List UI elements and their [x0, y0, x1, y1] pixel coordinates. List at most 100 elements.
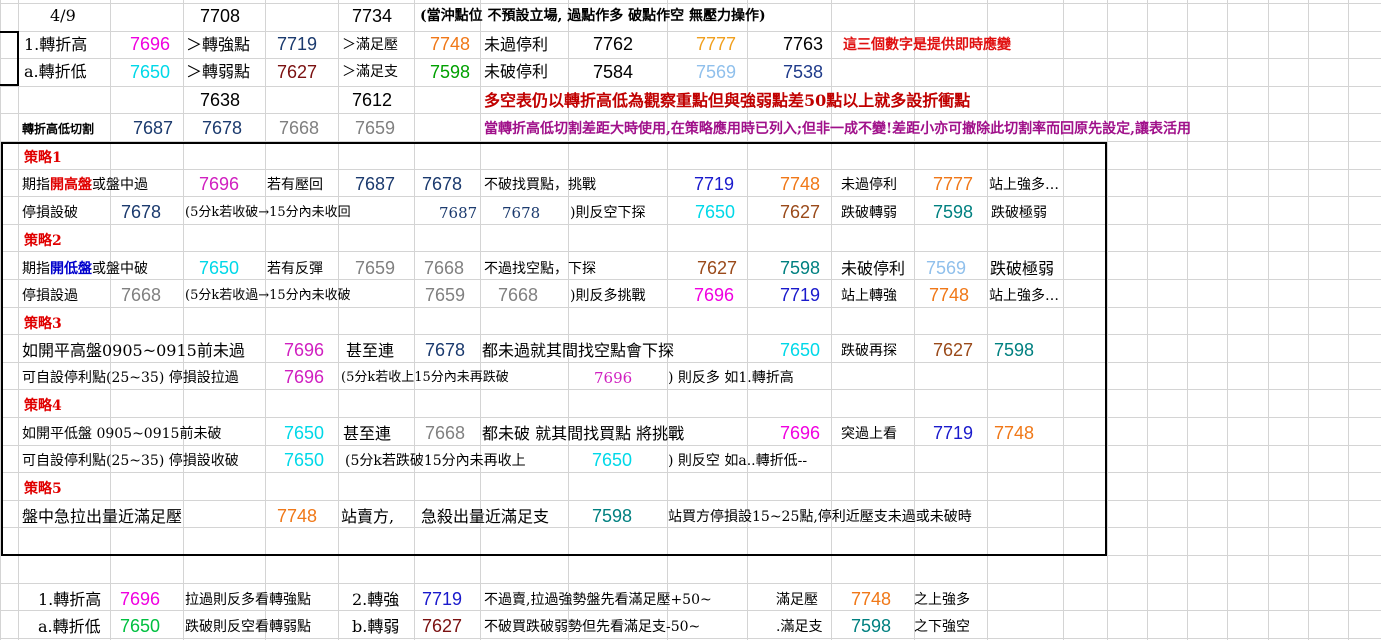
value-cell: 7659: [355, 118, 396, 138]
text-cell: ) 則反多 如1.轉折高: [668, 370, 794, 386]
value-cell: 7627: [422, 616, 463, 636]
value-cell: 7627: [780, 202, 821, 222]
text-cell: 期指開低盤或盤中破: [22, 255, 148, 283]
value-cell: 7708: [200, 6, 241, 26]
value-cell: 7719: [422, 589, 463, 609]
strategy-title: 策略4: [24, 398, 62, 414]
grid-line-vertical: [1308, 0, 1309, 640]
value-cell: 7650: [695, 202, 736, 222]
value-cell: 7748: [430, 34, 471, 54]
value-cell: 7678: [502, 204, 541, 222]
bracket-left-bottom: [0, 84, 19, 86]
text-cell: 之上強多: [914, 592, 970, 608]
text-fragment: 或盤中過: [92, 177, 148, 193]
text-cell: 都未過就其間找空點會下探: [482, 341, 675, 360]
bracket-left-vertical: [17, 31, 19, 85]
text-cell: ) 則反空 如a..轉折低--: [668, 453, 808, 469]
value-cell: 7668: [424, 258, 465, 278]
bracket-left-top: [0, 31, 19, 33]
red-note: 這三個數字是提供即時應變: [843, 37, 1011, 53]
strategy-title: 策略5: [24, 481, 62, 497]
value-cell: 7659: [425, 285, 466, 305]
row-label: a.轉折低: [38, 617, 101, 636]
grid-line-vertical: [1187, 0, 1188, 640]
arrow-label: ＞滿足支: [342, 64, 398, 80]
value-cell: 7748: [780, 174, 821, 194]
text-cell: 期指開高盤或盤中過: [22, 171, 148, 199]
text-cell: 站上轉強: [841, 288, 897, 304]
value-cell: 7678: [121, 202, 162, 222]
highlight-text: 開高盤: [50, 177, 92, 193]
text-cell: 拉過則反多看轉強點: [185, 592, 311, 608]
text-cell: 停損設破: [22, 205, 78, 221]
text-cell: 如開平低盤 0905~0915前未破: [22, 426, 222, 442]
highlight-text: 開低盤: [50, 261, 92, 277]
text-fragment: 期指: [22, 261, 50, 277]
status-label: 未破停利: [484, 62, 549, 81]
value-cell: 7696: [130, 34, 171, 54]
grid-line-vertical: [1147, 0, 1148, 640]
value-cell: 7612: [352, 90, 393, 110]
row-label: a.轉折低: [24, 62, 87, 81]
value-cell: 7650: [592, 450, 633, 470]
strategy-title: 策略3: [24, 316, 62, 332]
text-cell: 跌破再探: [841, 343, 897, 359]
value-cell: 7687: [355, 174, 396, 194]
value-cell: 7696: [594, 369, 633, 387]
value-cell: 7668: [498, 285, 539, 305]
text-cell: 若有壓回: [267, 177, 323, 193]
text-cell: 跌破極弱: [990, 259, 1055, 278]
value-cell: 7650: [780, 340, 821, 360]
row-label: 1.轉折高: [38, 590, 102, 609]
value-cell: 7598: [780, 258, 821, 278]
text-cell: (5分k若收上15分內未再跌破: [341, 370, 509, 385]
value-cell: 7762: [593, 34, 634, 54]
row-label: 2.轉強: [352, 590, 400, 609]
grid-line-horizontal: [0, 583, 1381, 584]
value-cell: 7668: [121, 285, 162, 305]
value-cell: 7696: [694, 285, 735, 305]
value-cell: 7668: [279, 118, 320, 138]
value-cell: 7650: [199, 258, 240, 278]
strategy-title: 策略1: [24, 150, 62, 166]
value-cell: 7748: [851, 589, 892, 609]
grid-line-vertical: [1268, 0, 1269, 640]
date-cell: 4/9: [50, 6, 76, 25]
value-cell: 7696: [780, 423, 821, 443]
text-cell: 可自設停利點(25~35) 停損設收破: [22, 453, 239, 469]
text-cell: 之下強空: [914, 619, 970, 635]
value-cell: 7650: [130, 62, 171, 82]
value-cell: 7748: [929, 285, 970, 305]
value-cell: 7777: [933, 174, 974, 194]
value-cell: 7598: [933, 202, 974, 222]
value-cell: 7569: [696, 62, 737, 82]
value-cell: 7627: [277, 62, 318, 82]
text-cell: 不破找買點，挑戰: [484, 177, 596, 193]
value-cell: 7777: [696, 34, 737, 54]
text-cell: 停損設過: [22, 288, 78, 304]
value-cell: 7569: [926, 258, 967, 278]
text-cell: (5分k若收過→15分內未收破: [185, 288, 351, 303]
row-label: 轉折高低切割: [22, 122, 95, 136]
text-cell: 未破停利: [841, 259, 906, 278]
value-cell: 7678: [422, 174, 463, 194]
text-fragment: 期指: [22, 177, 50, 193]
text-cell: 若有反彈: [267, 261, 323, 277]
text-cell: 跌破轉弱: [841, 205, 897, 221]
value-cell: 7696: [284, 367, 325, 387]
value-cell: 7678: [425, 340, 466, 360]
text-fragment: 或盤中破: [92, 261, 148, 277]
text-cell: 甚至連: [346, 341, 395, 360]
arrow-label: ＞滿足壓: [342, 37, 398, 53]
value-cell: 7696: [284, 340, 325, 360]
value-cell: 7748: [994, 423, 1035, 443]
text-cell: 不過找空點，下探: [484, 261, 596, 277]
arrow-label: ＞轉弱點: [186, 62, 251, 81]
purple-note: 當轉折高低切割差距大時使用,在策略應用時已列入;但非一成不變!差距小亦可撤除此切…: [484, 121, 1192, 137]
value-cell: 7668: [425, 423, 466, 443]
grid-line-vertical: [1348, 0, 1349, 640]
text-cell: 盤中急拉出量近滿足壓: [22, 507, 183, 526]
value-cell: 7598: [592, 506, 633, 526]
text-cell: (5分k若收破→15分內未收回: [185, 205, 351, 220]
text-cell: 如開平高盤0905~0915前未過: [22, 341, 245, 360]
